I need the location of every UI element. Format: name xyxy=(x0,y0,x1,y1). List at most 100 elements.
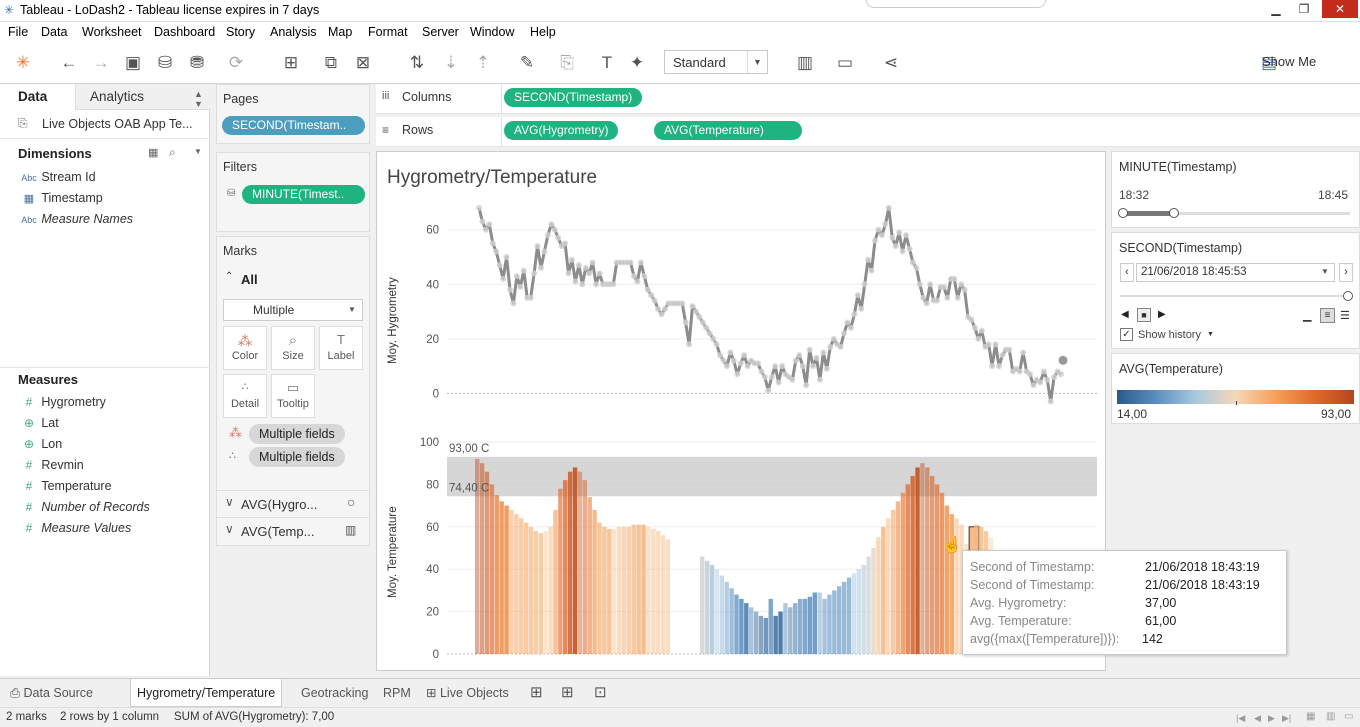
menu-dashboard[interactable]: Dashboard xyxy=(154,25,215,39)
group-members-icon[interactable]: ⎘ xyxy=(556,52,578,74)
menu-help[interactable]: Help xyxy=(530,25,556,39)
step-forward-icon[interactable]: ▶ xyxy=(1158,309,1166,320)
speed-medium-icon[interactable]: ≡ xyxy=(1320,308,1335,323)
new-datasource-icon[interactable]: ⛁ xyxy=(154,52,176,74)
prev-sheet-icon[interactable]: ◀ xyxy=(1254,713,1261,724)
minimize-icon[interactable]: ▁ xyxy=(1262,0,1290,18)
dimension-item[interactable]: Abc Measure Names xyxy=(20,212,210,233)
color-button[interactable]: ⁂ Color xyxy=(223,326,267,370)
close-icon[interactable]: ✕ xyxy=(1322,0,1358,18)
swap-rows-columns-icon[interactable]: ⇅ xyxy=(406,52,428,74)
menu-window[interactable]: Window xyxy=(470,25,514,39)
presentation-mode-icon[interactable]: ▭ xyxy=(834,52,856,74)
duplicate-sheet-icon[interactable]: ⧉ xyxy=(320,52,342,74)
refresh-icon[interactable]: ⟳ xyxy=(225,52,247,74)
tab-rpm[interactable]: RPM xyxy=(377,679,417,707)
tab-data[interactable]: Data xyxy=(0,84,76,110)
expand-icon[interactable]: ∨ xyxy=(225,495,234,509)
clear-sheet-icon[interactable]: ⊠ xyxy=(352,52,374,74)
undo-icon[interactable]: ← xyxy=(58,52,80,74)
pages-pill[interactable]: SECOND(Timestam.. xyxy=(222,116,365,135)
prev-page-icon[interactable]: ‹ xyxy=(1120,263,1134,282)
marks-card-temperature[interactable]: AVG(Temp... xyxy=(241,524,314,539)
detail-button[interactable]: ∴ Detail xyxy=(223,374,267,418)
share-icon[interactable]: ⋖ xyxy=(880,52,902,74)
film-strip-icon[interactable]: ▥ xyxy=(1326,711,1335,722)
datasource-item[interactable]: Live Objects OAB App Te... xyxy=(42,117,193,131)
sheet-sorter-icon[interactable]: ▦ xyxy=(1306,711,1315,722)
size-button[interactable]: ⌕ Size xyxy=(271,326,315,370)
menu-map[interactable]: Map xyxy=(328,25,352,39)
show-history-dropdown-icon[interactable]: ▼ xyxy=(1207,331,1214,338)
page-slider-track[interactable] xyxy=(1120,295,1345,297)
stop-icon[interactable]: ■ xyxy=(1137,308,1151,322)
menu-server[interactable]: Server xyxy=(422,25,459,39)
view-list-icon[interactable]: ▦ xyxy=(148,146,158,159)
tab-data-source[interactable]: ⎙ Data Source xyxy=(4,679,99,707)
measure-item[interactable]: # Hygrometry xyxy=(20,395,210,416)
label-button[interactable]: T Label xyxy=(319,326,363,370)
tooltip-button[interactable]: ▭ Tooltip xyxy=(271,374,315,418)
new-worksheet-tab-icon[interactable]: ⊞ xyxy=(524,679,549,707)
marks-card-hygrometry[interactable]: AVG(Hygro... xyxy=(241,497,317,512)
fit-size-select[interactable]: Standard ▼ xyxy=(664,50,768,74)
search-icon[interactable]: ⌕ xyxy=(169,145,176,160)
tab-hygrometry-temperature[interactable]: Hygrometry/Temperature xyxy=(130,679,283,707)
pin-icon[interactable]: ✦ xyxy=(626,52,648,74)
sort-ascending-icon[interactable]: ⇣ xyxy=(440,52,462,74)
speed-fast-icon[interactable]: ☰ xyxy=(1340,309,1350,322)
measure-item[interactable]: # Measure Values xyxy=(20,521,210,542)
tabs-view-icon[interactable]: ▭ xyxy=(1344,711,1353,722)
first-sheet-icon[interactable]: |◀ xyxy=(1236,713,1245,724)
measure-item[interactable]: ⊕ Lon xyxy=(20,437,210,458)
measure-item[interactable]: # Number of Records xyxy=(20,500,210,521)
menu-file[interactable]: File xyxy=(8,25,28,39)
show-history-checkbox[interactable]: ✓ xyxy=(1120,328,1133,341)
dimension-item[interactable]: Abc Stream Id xyxy=(20,170,210,191)
measure-item[interactable]: # Revmin xyxy=(20,458,210,479)
menu-story[interactable]: Story xyxy=(226,25,255,39)
redo-icon[interactable]: → xyxy=(90,52,112,74)
show-me-button[interactable]: Show Me xyxy=(1262,54,1316,69)
collapse-icon[interactable]: ⌃ xyxy=(225,271,233,282)
columns-pill[interactable]: SECOND(Timestamp) xyxy=(504,88,643,107)
dimensions-menu-icon[interactable]: ▼ xyxy=(194,147,202,156)
new-story-tab-icon[interactable]: ⊡ xyxy=(588,679,613,707)
tableau-home-icon[interactable]: ✳ xyxy=(12,52,34,74)
dimension-item[interactable]: ▦ Timestamp xyxy=(20,191,210,212)
minute-slider-handle-min[interactable] xyxy=(1118,208,1128,218)
new-worksheet-icon[interactable]: ⊞ xyxy=(280,52,302,74)
rows-pill-temperature[interactable]: AVG(Temperature) xyxy=(654,121,802,140)
restore-icon[interactable]: ❐ xyxy=(1290,0,1318,18)
highlight-icon[interactable]: ✎ xyxy=(516,52,538,74)
next-page-icon[interactable]: › xyxy=(1339,263,1353,282)
tab-analytics[interactable]: Analytics ▲ ▼ xyxy=(76,84,210,110)
filter-pill[interactable]: MINUTE(Timest.. xyxy=(242,185,365,204)
expand-icon[interactable]: ∨ xyxy=(225,522,234,536)
color-field-pill[interactable]: Multiple fields xyxy=(249,424,345,444)
measure-item[interactable]: # Temperature xyxy=(20,479,210,500)
tab-geotracking[interactable]: Geotracking xyxy=(295,679,374,707)
menu-data[interactable]: Data xyxy=(41,25,67,39)
minute-slider-handle-max[interactable] xyxy=(1169,208,1179,218)
next-sheet-icon[interactable]: ▶ xyxy=(1268,713,1275,724)
mark-type-select[interactable]: Multiple ▼ xyxy=(223,299,363,321)
sort-descending-icon[interactable]: ⇡ xyxy=(472,52,494,74)
step-back-icon[interactable]: ◀ xyxy=(1121,309,1129,320)
detail-field-pill[interactable]: Multiple fields xyxy=(249,447,345,467)
show-mark-labels-icon[interactable]: T xyxy=(596,52,618,74)
new-dashboard-tab-icon[interactable]: ⊞ xyxy=(555,679,580,707)
menu-analysis[interactable]: Analysis xyxy=(270,25,317,39)
page-slider-handle[interactable] xyxy=(1343,291,1353,301)
marks-all-label[interactable]: All xyxy=(241,272,258,287)
menu-worksheet[interactable]: Worksheet xyxy=(82,25,142,39)
tab-live-objects[interactable]: ⊞ Live Objects xyxy=(420,679,515,707)
measure-item[interactable]: ⊕ Lat xyxy=(20,416,210,437)
menu-format[interactable]: Format xyxy=(368,25,408,39)
save-icon[interactable]: ▣ xyxy=(122,52,144,74)
speed-slow-icon[interactable]: ▁ xyxy=(1303,309,1311,322)
pause-updates-icon[interactable]: ⛃ xyxy=(186,52,208,74)
rows-pill-hygrometry[interactable]: AVG(Hygrometry) xyxy=(504,121,619,140)
last-sheet-icon[interactable]: ▶| xyxy=(1282,713,1291,724)
fit-icon[interactable]: ▥ xyxy=(794,52,816,74)
